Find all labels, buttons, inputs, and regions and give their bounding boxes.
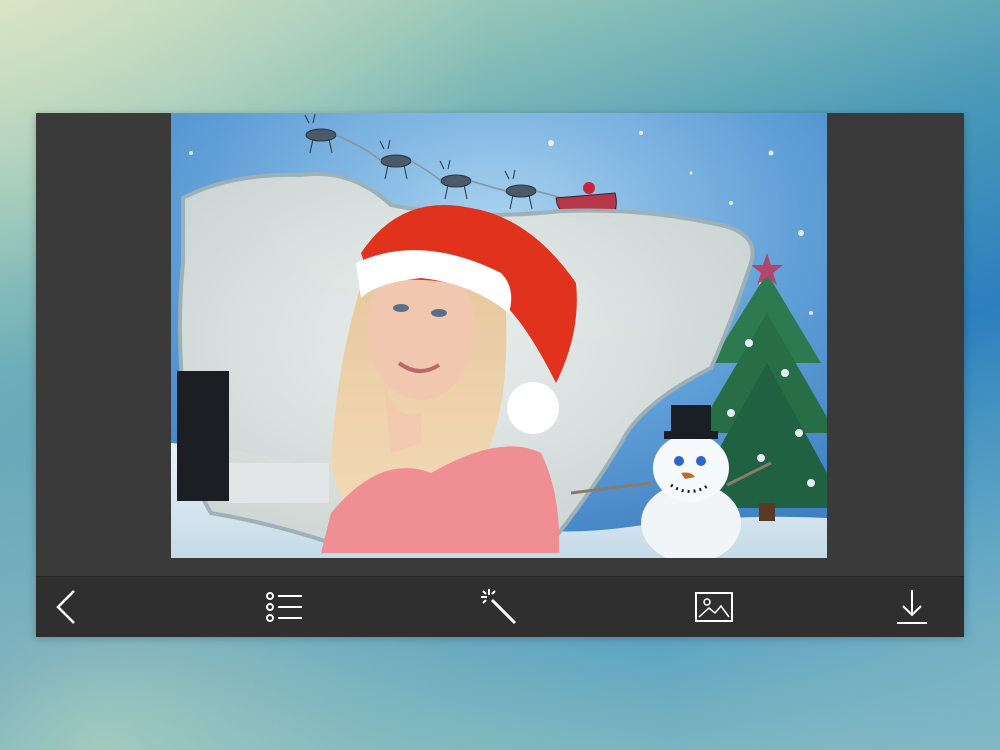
image-icon (695, 592, 733, 622)
frames-list-button[interactable] (264, 587, 304, 627)
photo-canvas[interactable] (171, 113, 827, 558)
effects-button[interactable] (479, 587, 519, 627)
back-button[interactable] (48, 587, 88, 627)
magic-wand-icon (481, 589, 517, 625)
bottom-toolbar (36, 576, 964, 637)
gallery-button[interactable] (694, 587, 734, 627)
editor-panel (36, 113, 964, 637)
christmas-frame-photo (171, 113, 827, 558)
list-icon (266, 592, 302, 622)
download-icon (897, 590, 927, 624)
save-button[interactable] (892, 587, 932, 627)
chevron-left-icon (56, 590, 75, 624)
